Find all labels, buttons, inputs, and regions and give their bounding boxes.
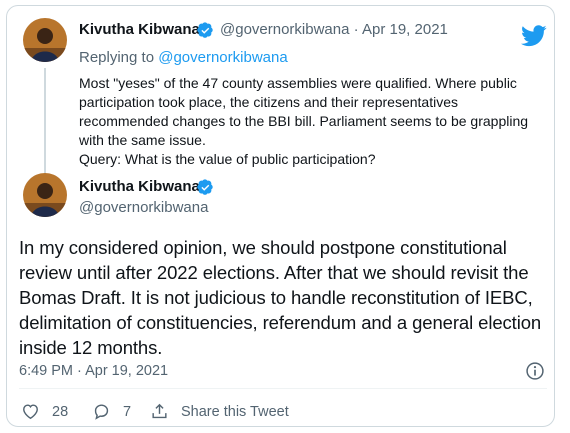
share-button[interactable]: Share this Tweet (150, 402, 289, 421)
reply-text-paragraph: Most "yeses" of the 47 county assemblies… (79, 75, 529, 148)
share-label: Share this Tweet (181, 403, 289, 420)
author-name[interactable]: Kivutha Kibwana (79, 178, 200, 195)
thread-line (44, 68, 46, 176)
tweet-embed-card: Kivutha Kibwana @governorkibwana · Apr 1… (6, 5, 555, 427)
verified-badge-icon (197, 179, 213, 195)
heart-icon (23, 404, 38, 420)
meta-separator: · (353, 21, 359, 38)
reply-button[interactable]: 7 (92, 402, 131, 421)
info-icon[interactable] (525, 361, 545, 381)
share-icon (152, 403, 167, 419)
reply-meta: @governorkibwana · Apr 19, 2021 (220, 21, 448, 38)
reply-tweet-text: Most "yeses" of the 47 county assemblies… (79, 74, 549, 169)
reply-text-query: Query: What is the value of public parti… (79, 151, 376, 167)
verified-badge-icon (197, 22, 213, 38)
twitter-bird-icon[interactable] (521, 25, 547, 47)
author-name[interactable]: Kivutha Kibwana (79, 21, 200, 38)
reply-bubble-icon (94, 404, 109, 420)
tweet-timestamp[interactable]: 6:49 PM · Apr 19, 2021 (19, 363, 168, 379)
like-button[interactable]: 28 (21, 402, 68, 421)
reply-count: 7 (123, 403, 132, 420)
replying-to: Replying to @governorkibwana (79, 49, 288, 66)
avatar-photo (23, 173, 67, 217)
avatar-photo (23, 18, 67, 62)
replying-prefix: Replying to (79, 49, 159, 66)
tweet-text: In my considered opinion, we should post… (19, 237, 542, 358)
author-handle[interactable]: @governorkibwana (220, 21, 349, 38)
replying-to-handle[interactable]: @governorkibwana (158, 49, 287, 66)
divider (19, 388, 547, 389)
like-count: 28 (52, 403, 69, 420)
tweet-date[interactable]: Apr 19, 2021 (362, 21, 448, 38)
avatar[interactable] (23, 18, 67, 62)
avatar[interactable] (23, 173, 67, 217)
author-handle[interactable]: @governorkibwana (79, 199, 208, 216)
